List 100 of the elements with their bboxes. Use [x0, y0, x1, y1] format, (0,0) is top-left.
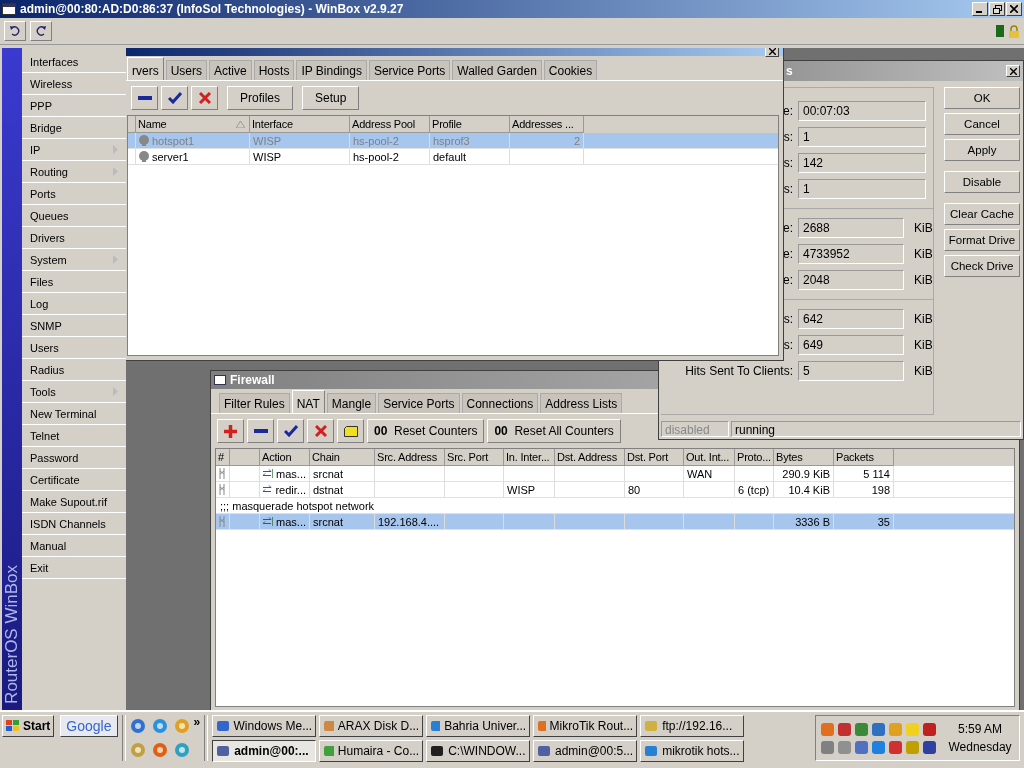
column-header[interactable]: Action: [260, 449, 310, 466]
quick-launch-icon[interactable]: [151, 742, 168, 758]
tab[interactable]: Cookies: [543, 60, 598, 80]
more-button[interactable]: »: [193, 715, 201, 729]
column-header[interactable]: Src. Address: [375, 449, 445, 466]
table-cell: hs-pool-2: [353, 134, 399, 147]
window-icon: [214, 375, 226, 385]
disable-button[interactable]: [191, 86, 218, 110]
quick-launch-icon[interactable]: [129, 742, 146, 758]
dialog-button[interactable]: OK: [944, 87, 1020, 109]
table-row[interactable]: mas... srcnat WAN 290.9 KiB 5 114: [216, 466, 1014, 482]
minimize-button[interactable]: [972, 2, 988, 16]
table-row[interactable]: server1 WISP hs-pool-2 default: [128, 149, 778, 165]
restore-button[interactable]: [989, 2, 1005, 16]
taskbar-button[interactable]: C:\WINDOW...: [426, 740, 531, 762]
enable-button[interactable]: [161, 86, 188, 110]
remove-button[interactable]: [247, 419, 274, 443]
tab[interactable]: NAT: [291, 390, 325, 413]
field-label: e:: [782, 273, 793, 287]
comment-button[interactable]: [337, 419, 364, 443]
tray-icon[interactable]: [888, 739, 903, 755]
tray-icon[interactable]: [854, 721, 869, 737]
table-cell: srcnat: [313, 467, 343, 480]
dialog-button[interactable]: Check Drive: [944, 255, 1020, 277]
unit-label: KiB: [914, 312, 933, 326]
quick-launch-icon[interactable]: [173, 742, 190, 758]
taskbar-button[interactable]: Windows Me...: [212, 715, 317, 737]
dialog-button[interactable]: Format Drive: [944, 229, 1020, 251]
column-header[interactable]: Bytes: [774, 449, 834, 466]
toolbar-button[interactable]: Profiles: [227, 86, 293, 110]
tab[interactable]: Address Lists: [540, 393, 623, 413]
tray-icon[interactable]: [854, 739, 869, 755]
close-button[interactable]: [1006, 2, 1022, 16]
column-header[interactable]: Out. Int...: [684, 449, 735, 466]
reset-button[interactable]: 00 Reset Counters: [367, 419, 485, 443]
tab[interactable]: Hosts: [253, 60, 295, 80]
column-header[interactable]: Dst. Address: [555, 449, 625, 466]
remove-button[interactable]: [131, 86, 158, 110]
tray-icon[interactable]: [871, 721, 886, 737]
tab[interactable]: Active: [209, 60, 252, 80]
taskbar-button[interactable]: MikroTik Rout...: [533, 715, 638, 737]
column-header[interactable]: #: [216, 449, 230, 466]
table-row[interactable]: redir... dstnat WISP 80 6 (tcp) 10.4 KiB 198: [216, 482, 1014, 498]
dialog-button[interactable]: Clear Cache: [944, 203, 1020, 225]
quick-launch-icon[interactable]: [129, 718, 146, 734]
taskbar-button[interactable]: ARAX Disk D...: [319, 715, 424, 737]
app-icon: [216, 744, 231, 758]
disable-button[interactable]: [307, 419, 334, 443]
tray-icon[interactable]: [837, 721, 852, 737]
table-cell: mas...: [276, 467, 306, 480]
window-title: Firewall: [230, 373, 275, 387]
dialog-button[interactable]: Cancel: [944, 113, 1020, 135]
table-cell: WISP: [253, 134, 282, 147]
tab[interactable]: rvers: [127, 57, 164, 80]
undo-button[interactable]: [4, 21, 26, 41]
column-header[interactable]: Chain: [310, 449, 375, 466]
close-button[interactable]: [765, 48, 779, 57]
table-row[interactable]: mas... srcnat 192.168.4.... 3336 B 35: [216, 514, 1014, 530]
add-button[interactable]: [217, 419, 244, 443]
column-header[interactable]: Proto...: [735, 449, 774, 466]
app-icon: [430, 744, 445, 758]
value-field: 00:07:03: [798, 101, 926, 121]
redo-button[interactable]: [30, 21, 52, 41]
tray-icon[interactable]: [820, 739, 835, 755]
tab[interactable]: Service Ports: [378, 393, 460, 413]
tab[interactable]: Walled Garden: [452, 60, 542, 80]
toolbar-button[interactable]: Setup: [302, 86, 360, 110]
taskbar-button[interactable]: ftp://192.16...: [640, 715, 745, 737]
search-toolbar-button[interactable]: Google: [60, 715, 118, 737]
start-button[interactable]: Start: [2, 715, 55, 737]
column-header[interactable]: In. Inter...: [504, 449, 555, 466]
tab[interactable]: Filter Rules: [219, 393, 290, 413]
column-header[interactable]: Dst. Port: [625, 449, 684, 466]
app-icon: [323, 744, 334, 758]
tray-icon[interactable]: [922, 721, 937, 737]
taskbar-button[interactable]: admin@00:5...: [533, 740, 638, 762]
tab[interactable]: Users: [165, 60, 207, 80]
value-field: 142: [798, 153, 926, 173]
taskbar-button[interactable]: Humaira - Co...: [319, 740, 424, 762]
taskbar-button[interactable]: admin@00:...: [212, 740, 317, 762]
field-label: s:: [782, 182, 793, 196]
dialog-button[interactable]: Apply: [944, 139, 1020, 161]
table-cell: hotspot1: [152, 134, 195, 147]
taskbar-button[interactable]: Bahria Univer...: [426, 715, 531, 737]
window-icon: [2, 3, 16, 15]
reset-button[interactable]: 00 Reset All Counters: [487, 419, 621, 443]
tab[interactable]: IP Bindings: [296, 60, 367, 80]
tab[interactable]: Connections: [461, 393, 539, 413]
taskbar-button[interactable]: mikrotik hots...: [640, 740, 745, 762]
field-label: s:: [782, 130, 793, 144]
column-header[interactable]: Packets: [834, 449, 894, 466]
tab[interactable]: Service Ports: [368, 60, 451, 80]
enable-button[interactable]: [277, 419, 304, 443]
tab[interactable]: Mangle: [326, 393, 377, 413]
tray-icon[interactable]: [922, 739, 937, 755]
unit-label: KiB: [914, 364, 933, 378]
quick-launch-icon[interactable]: [151, 718, 168, 734]
tray-icon[interactable]: [871, 739, 886, 755]
dialog-button[interactable]: Disable: [944, 171, 1020, 193]
column-header[interactable]: Src. Port: [445, 449, 504, 466]
